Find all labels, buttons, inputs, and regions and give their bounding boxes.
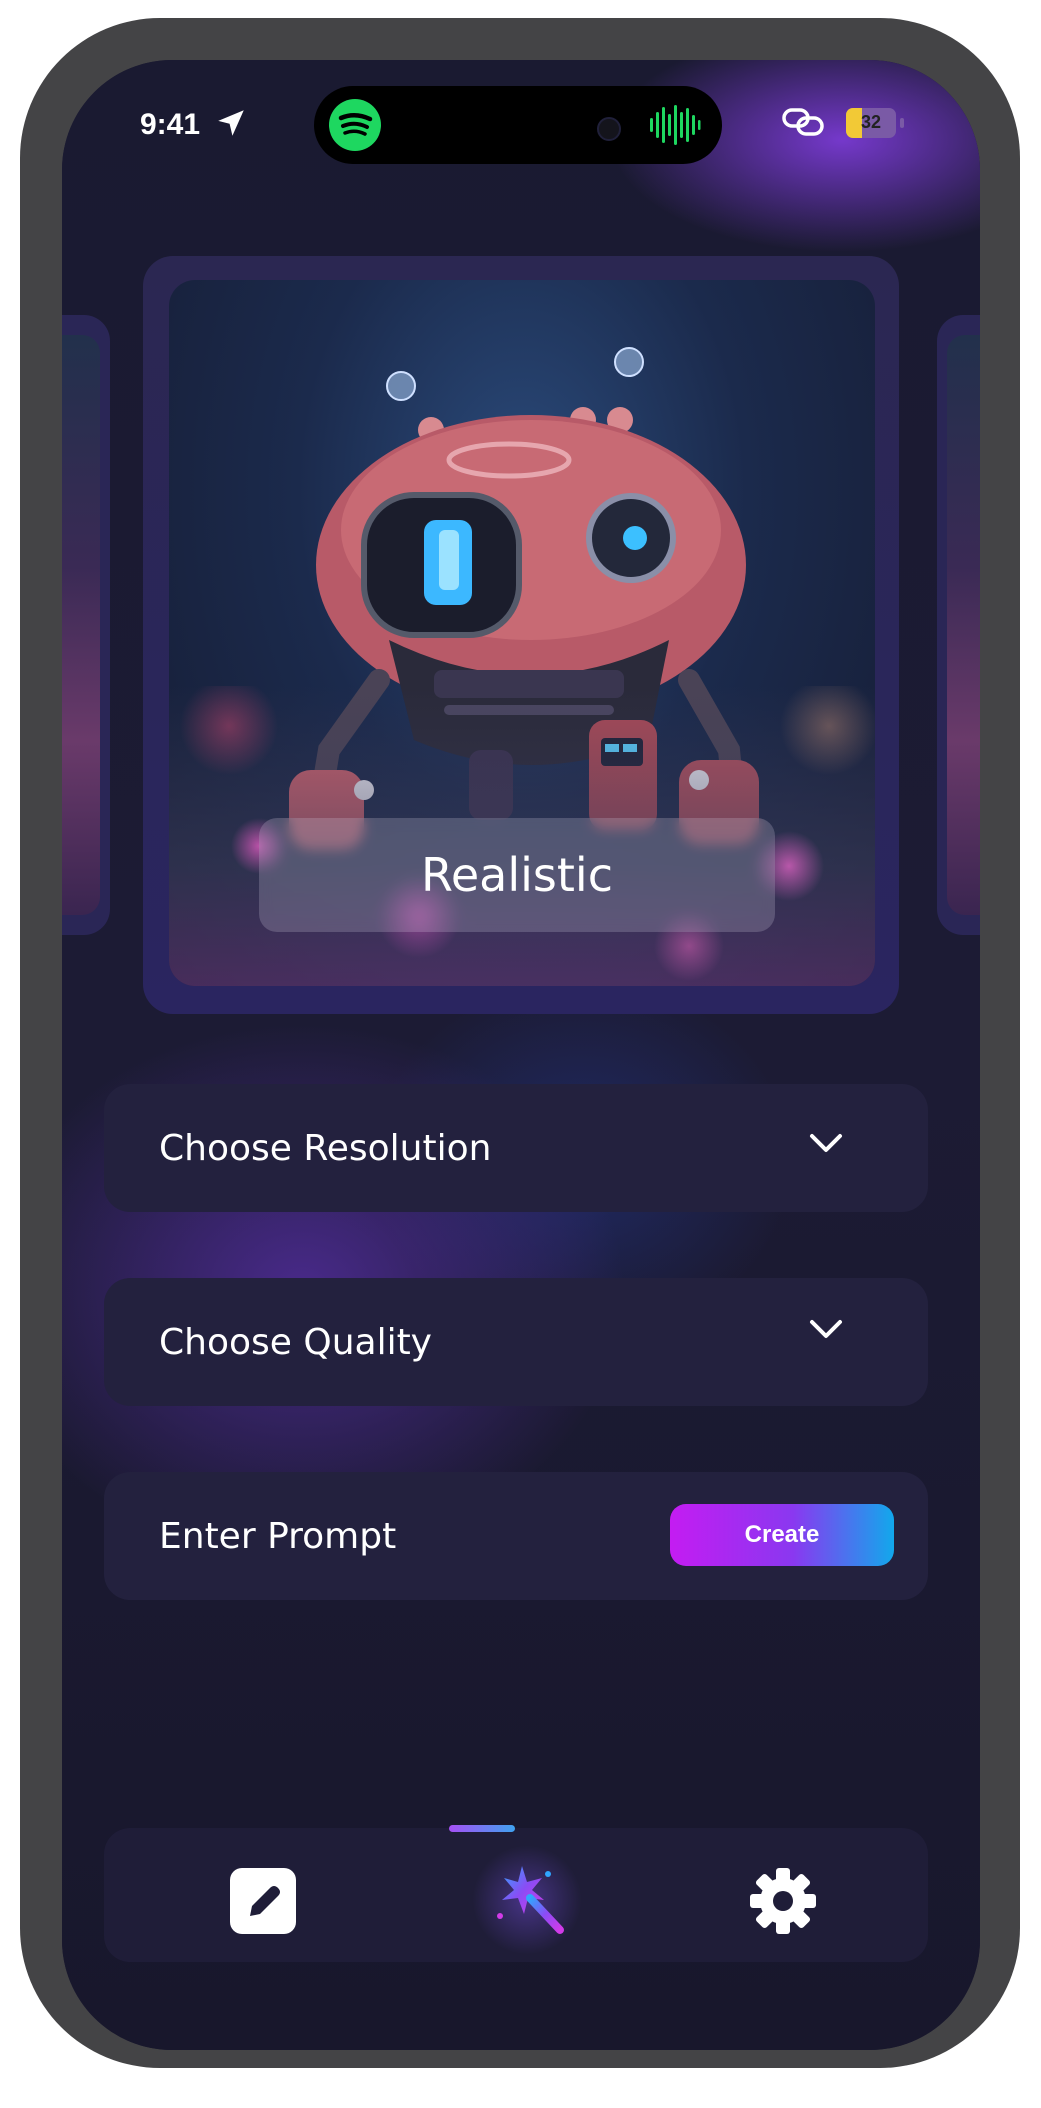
magic-wand-icon[interactable] (490, 1860, 570, 1940)
battery-icon: 32 (846, 108, 896, 138)
prompt-label: Enter Prompt (159, 1515, 397, 1557)
quality-dropdown[interactable]: Choose Quality (104, 1278, 928, 1406)
location-arrow-icon (218, 110, 244, 136)
prompt-field[interactable]: Enter Prompt Create (104, 1472, 928, 1600)
battery-percent: 32 (860, 112, 882, 132)
style-label: Realistic (420, 848, 614, 902)
chevron-down-icon (810, 1134, 842, 1152)
camera-dot (597, 117, 621, 141)
chevron-down-icon (810, 1320, 842, 1338)
status-time: 9:41 (140, 108, 201, 141)
battery-cap (900, 118, 904, 128)
audio-wave-icon (650, 105, 701, 145)
style-card-next[interactable] (937, 315, 980, 935)
gear-icon[interactable] (748, 1866, 818, 1936)
create-button[interactable]: Create (670, 1504, 894, 1566)
resolution-label: Choose Resolution (159, 1127, 492, 1169)
style-label-box: Realistic (259, 818, 775, 932)
quality-label: Choose Quality (159, 1321, 432, 1363)
edit-icon[interactable] (228, 1866, 298, 1936)
link-icon (782, 108, 824, 136)
active-tab-indicator (449, 1825, 515, 1832)
app-screen: 9:41 32 Realistic Choose Resolution Choo… (62, 60, 980, 2050)
spotify-icon (329, 99, 381, 151)
style-card-previous[interactable] (62, 315, 110, 935)
resolution-dropdown[interactable]: Choose Resolution (104, 1084, 928, 1212)
style-card-selected[interactable]: Realistic (169, 280, 875, 986)
dynamic-island (314, 86, 722, 164)
